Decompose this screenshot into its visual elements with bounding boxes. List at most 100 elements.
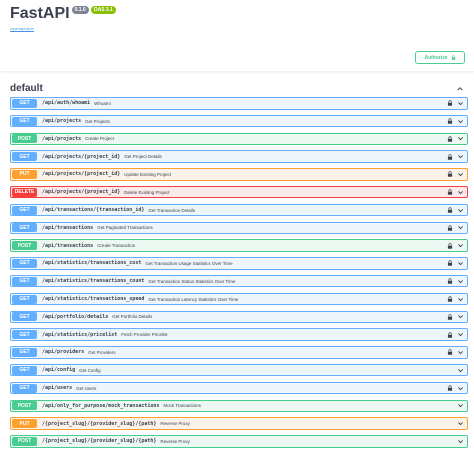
unlocked-icon: [451, 55, 455, 60]
operation-put-row[interactable]: PUT/api/projects/{project_id} Update Exis…: [10, 168, 468, 181]
chevron-down-icon[interactable]: [457, 313, 464, 320]
operation-summary: Get Projects: [85, 118, 110, 124]
lock-icon[interactable]: [447, 207, 453, 213]
chevron-down-icon[interactable]: [457, 402, 464, 409]
authorize-label: Authorize: [424, 54, 448, 61]
operation-controls: [447, 240, 464, 251]
operation-path: /api/projects/{project_id}: [42, 189, 121, 196]
operation-controls: [447, 205, 464, 216]
lock-icon[interactable]: [447, 118, 453, 124]
operation-post-row[interactable]: POST/api/projects Create Project: [10, 132, 468, 146]
tag-section-default[interactable]: default: [10, 80, 464, 98]
method-badge: GET: [12, 365, 37, 375]
operation-summary: Mock Transactions: [163, 403, 201, 409]
chevron-down-icon[interactable]: [457, 438, 464, 445]
method-badge: DELETE: [12, 187, 37, 197]
chevron-down-icon[interactable]: [457, 242, 464, 249]
operation-get-row[interactable]: GET/api/users Get Users: [10, 381, 468, 395]
lock-icon[interactable]: [447, 314, 453, 320]
operation-controls: [447, 347, 464, 358]
version-badge: 0.1.0: [71, 6, 89, 14]
operation-put-row[interactable]: PUT /{project_slug}/{provider_slug}/{path…: [10, 417, 468, 430]
operation-get-row[interactable]: GET/api/auth/whoami Whoami: [10, 97, 468, 110]
operation-path: /{project_slug}/{provider_slug}/{path}: [42, 420, 157, 427]
chevron-down-icon[interactable]: [457, 153, 464, 160]
chevron-down-icon[interactable]: [457, 385, 464, 392]
lock-icon[interactable]: [447, 242, 453, 249]
chevron-down-icon[interactable]: [457, 224, 464, 231]
operation-get-row[interactable]: GET/api/statistics/transactions_count Get…: [10, 274, 468, 288]
operation-summary: Get Transaction Status Statistics Over T…: [148, 278, 236, 284]
chevron-down-icon[interactable]: [457, 100, 464, 107]
chevron-down-icon[interactable]: [457, 118, 464, 125]
method-badge: GET: [12, 276, 37, 286]
operation-get-row[interactable]: GET/api/portfolio/details Get Portfolio D…: [10, 310, 468, 324]
chevron-down-icon[interactable]: [457, 260, 464, 267]
chevron-down-icon[interactable]: [457, 367, 464, 374]
method-badge: POST: [12, 401, 37, 411]
lock-icon[interactable]: [447, 349, 453, 356]
operation-summary: Get Portfolio Details: [112, 314, 153, 320]
chevron-down-icon[interactable]: [457, 331, 464, 338]
lock-icon[interactable]: [447, 260, 453, 267]
operation-post-row[interactable]: POST/api/only_for_purpose/mock_transacti…: [10, 399, 468, 413]
title-row: FastAPI 0.1.0 OAS 3.1: [10, 4, 464, 24]
operation-controls: [447, 169, 464, 180]
openapi-json-link[interactable]: /openapi.json: [10, 26, 34, 31]
operation-get-row[interactable]: GET/api/config Get Config: [10, 363, 468, 377]
operation-summary: Reverse Proxy: [160, 421, 190, 427]
operation-controls: [447, 223, 464, 234]
chevron-up-icon[interactable]: [456, 85, 464, 93]
chevron-down-icon[interactable]: [457, 278, 464, 285]
lock-icon[interactable]: [447, 136, 453, 142]
chevron-down-icon[interactable]: [457, 171, 464, 178]
lock-icon[interactable]: [447, 153, 453, 160]
operation-controls: [447, 258, 464, 269]
method-badge: GET: [12, 347, 37, 357]
operation-get-row[interactable]: GET/api/projects/{project_id} Get Project…: [10, 150, 468, 163]
operation-get-row[interactable]: GET/api/transactions Get Paginated Transa…: [10, 221, 468, 235]
method-badge: POST: [12, 241, 37, 251]
operation-get-row[interactable]: GET/api/projects Get Projects: [10, 114, 468, 128]
lock-icon[interactable]: [447, 385, 453, 391]
operation-post-row[interactable]: POST /{project_slug}/{provider_slug}/{pat…: [10, 435, 468, 448]
operation-path: /api/auth/whoami: [42, 100, 91, 107]
operation-get-row[interactable]: GET/api/providers Get Providers: [10, 346, 468, 359]
operation-delete-row[interactable]: DELETE/api/projects/{project_id} Delete E…: [10, 185, 468, 199]
operation-controls: [447, 312, 464, 323]
method-badge: GET: [12, 294, 37, 304]
lock-icon[interactable]: [447, 171, 453, 178]
operation-get-row[interactable]: GET/api/statistics/pricelist Fetch Provid…: [10, 328, 468, 341]
operation-controls: [447, 187, 464, 198]
chevron-down-icon[interactable]: [457, 420, 464, 427]
lock-icon[interactable]: [447, 296, 453, 302]
lock-icon[interactable]: [447, 331, 453, 338]
chevron-down-icon[interactable]: [457, 135, 464, 142]
operation-path: /api/transactions: [42, 242, 94, 249]
operation-get-row[interactable]: GET/api/transactions/{transaction_id} Get…: [10, 203, 468, 217]
lock-icon[interactable]: [447, 225, 453, 231]
lock-icon[interactable]: [447, 189, 453, 195]
operation-path: /api/transactions: [42, 224, 94, 231]
authorize-button[interactable]: Authorize: [415, 51, 465, 64]
operation-path: /api/statistics/pricelist: [42, 331, 118, 338]
operation-summary: Get Users: [76, 385, 97, 391]
chevron-down-icon[interactable]: [457, 207, 464, 214]
operation-get-row[interactable]: GET/api/statistics/transactions_speed Get…: [10, 292, 468, 306]
operation-controls: [447, 116, 464, 127]
operation-controls: [457, 365, 464, 376]
method-badge: PUT: [12, 169, 37, 179]
operation-post-row[interactable]: POST/api/transactions Create Transaction: [10, 239, 468, 252]
method-badge: POST: [12, 436, 37, 446]
operation-get-row[interactable]: GET/api/statistics/transactions_cost Get …: [10, 257, 468, 270]
chevron-down-icon[interactable]: [457, 349, 464, 356]
operation-path: /api/providers: [42, 349, 85, 356]
chevron-down-icon[interactable]: [457, 189, 464, 196]
lock-icon[interactable]: [447, 278, 453, 284]
operation-summary: Delete Existing Project: [124, 189, 170, 195]
operation-controls: [447, 151, 464, 162]
operation-controls: [447, 329, 464, 340]
lock-icon[interactable]: [447, 100, 453, 106]
chevron-down-icon[interactable]: [457, 296, 464, 303]
operation-summary: Whoami: [94, 100, 111, 106]
